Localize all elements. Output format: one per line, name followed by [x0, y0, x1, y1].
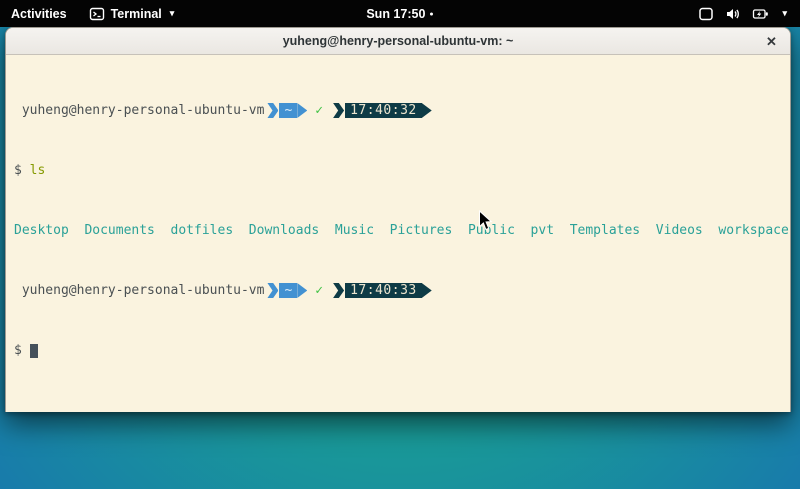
- close-icon[interactable]: ✕: [761, 31, 782, 52]
- screen-share-icon: [698, 6, 714, 22]
- prompt-symbol: $: [14, 343, 30, 358]
- terminal-icon: [89, 6, 105, 22]
- top-bar-left: Activities Terminal ▾: [0, 0, 174, 27]
- status-check-icon: ✓: [307, 103, 330, 118]
- ls-output-line: Desktop Documents dotfiles Downloads Mus…: [14, 223, 782, 238]
- prompt-user: yuheng@henry-personal-ubuntu-vm: [14, 283, 264, 298]
- window-titlebar[interactable]: yuheng@henry-personal-ubuntu-vm: ~ ✕: [6, 28, 790, 55]
- notification-dot-icon: ●: [429, 11, 433, 18]
- powerline-arrow-icon: [422, 103, 432, 118]
- terminal-cursor: [30, 344, 38, 358]
- window-title: yuheng@henry-personal-ubuntu-vm: ~: [283, 34, 514, 48]
- terminal-content[interactable]: yuheng@henry-personal-ubuntu-vm ~ ✓ 17:4…: [6, 55, 790, 412]
- powerline-arrow-icon: [422, 283, 432, 298]
- powerline-arrow-icon: [297, 283, 307, 298]
- powerline-separator-icon: [333, 103, 344, 118]
- prompt-line: yuheng@henry-personal-ubuntu-vm ~ ✓ 17:4…: [14, 283, 782, 298]
- system-tray[interactable]: ▾: [698, 0, 800, 27]
- clock-button[interactable]: Sun 17:50 ●: [366, 7, 433, 21]
- command-line: $ ls: [14, 163, 782, 178]
- mouse-cursor: [478, 210, 493, 237]
- prompt-symbol: $: [14, 163, 30, 178]
- activities-button[interactable]: Activities: [11, 0, 67, 27]
- prompt-time-segment: 17:40:32: [345, 103, 422, 118]
- status-check-icon: ✓: [307, 283, 330, 298]
- powerline-separator-icon: [267, 103, 278, 118]
- app-menu-label: Terminal: [111, 7, 162, 21]
- app-menu-terminal[interactable]: Terminal ▾: [89, 0, 175, 27]
- prompt-time-segment: 17:40:33: [345, 283, 422, 298]
- prompt-cwd-segment: ~: [279, 283, 297, 298]
- battery-charging-icon: [752, 6, 769, 22]
- prompt-line: yuheng@henry-personal-ubuntu-vm ~ ✓ 17:4…: [14, 103, 782, 118]
- top-bar: Activities Terminal ▾ Sun 17:50 ●: [0, 0, 800, 27]
- input-line: $: [14, 343, 782, 358]
- clock-label: Sun 17:50: [366, 7, 425, 21]
- prompt-user: yuheng@henry-personal-ubuntu-vm: [14, 103, 264, 118]
- command-text: ls: [30, 163, 46, 178]
- volume-icon: [725, 6, 741, 22]
- powerline-separator-icon: [333, 283, 344, 298]
- terminal-window: yuheng@henry-personal-ubuntu-vm: ~ ✕ yuh…: [5, 27, 791, 412]
- activities-label: Activities: [11, 7, 67, 21]
- chevron-down-icon: ▾: [170, 8, 175, 19]
- prompt-cwd-segment: ~: [279, 103, 297, 118]
- chevron-down-icon: ▾: [782, 8, 787, 19]
- powerline-separator-icon: [267, 283, 278, 298]
- powerline-arrow-icon: [297, 103, 307, 118]
- desktop: { "topbar": { "activities_label": "Activ…: [0, 0, 800, 489]
